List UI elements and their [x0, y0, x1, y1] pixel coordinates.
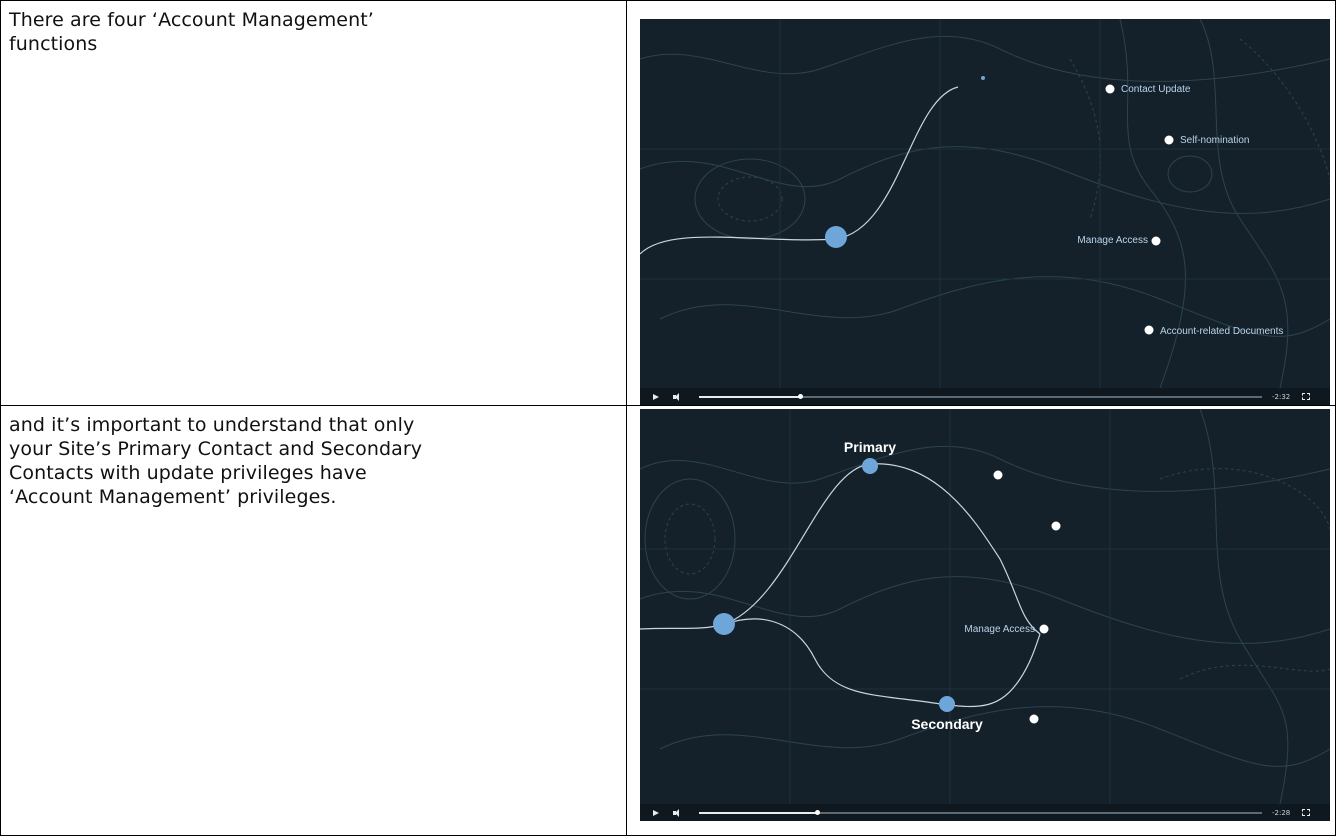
video-player[interactable]: Primary Secondary Manage Access -2:28 — [640, 409, 1330, 821]
volume-icon[interactable] — [673, 808, 689, 818]
bullet — [1151, 236, 1161, 246]
video-frame: Primary Secondary Manage Access — [640, 409, 1330, 804]
user-node — [825, 226, 847, 248]
label-manage-access: Manage Access — [964, 624, 1035, 635]
primary-node — [862, 458, 878, 474]
progress-knob[interactable] — [815, 809, 821, 815]
bullet — [1039, 624, 1049, 634]
bullet — [1051, 521, 1061, 531]
play-icon[interactable] — [653, 393, 659, 400]
video-frame: Contact Update Self-nomination Manage Ac… — [640, 19, 1330, 388]
label-secondary: Secondary — [911, 716, 983, 732]
text-cell: There are four ‘Account Management’ func… — [0, 0, 627, 406]
label-manage-access: Manage Access — [1077, 235, 1148, 246]
user-node — [713, 613, 735, 635]
time-remaining: -2:28 — [1272, 808, 1291, 817]
bullet — [993, 470, 1003, 480]
secondary-node — [939, 696, 955, 712]
narration-text: There are four ‘Account Management’ func… — [9, 9, 374, 55]
label-contact-update: Contact Update — [1121, 84, 1191, 95]
video-cell: Contact Update Self-nomination Manage Ac… — [626, 0, 1336, 406]
table-row: There are four ‘Account Management’ func… — [0, 0, 1336, 406]
fullscreen-icon[interactable] — [1302, 809, 1311, 816]
text-cell: and it’s important to understand that on… — [0, 405, 627, 836]
fullscreen-icon[interactable] — [1302, 393, 1311, 400]
bullet — [1029, 714, 1039, 724]
time-remaining: -2:32 — [1272, 392, 1291, 401]
progress-track[interactable] — [699, 809, 1262, 815]
player-controls: -2:28 — [640, 804, 1330, 821]
player-controls: -2:32 — [640, 388, 1330, 405]
video-cell: Primary Secondary Manage Access -2:28 — [626, 405, 1336, 836]
label-self-nomination: Self-nomination — [1180, 135, 1249, 146]
narration-text: and it’s important to understand that on… — [9, 414, 423, 508]
progress-knob[interactable] — [798, 393, 804, 399]
progress-track[interactable] — [699, 393, 1262, 399]
bullet — [1144, 325, 1154, 335]
document-table: There are four ‘Account Management’ func… — [0, 0, 1336, 836]
bullet — [1105, 84, 1115, 94]
table-row: and it’s important to understand that on… — [0, 405, 1336, 836]
progress-fill — [699, 811, 818, 814]
label-account-documents: Account-related Documents — [1160, 326, 1283, 337]
volume-icon[interactable] — [673, 392, 689, 402]
progress-fill — [699, 395, 801, 398]
moving-dot — [981, 76, 985, 80]
bullet — [1164, 135, 1174, 145]
video-player[interactable]: Contact Update Self-nomination Manage Ac… — [640, 19, 1330, 405]
play-icon[interactable] — [653, 809, 659, 816]
label-primary: Primary — [844, 439, 896, 455]
